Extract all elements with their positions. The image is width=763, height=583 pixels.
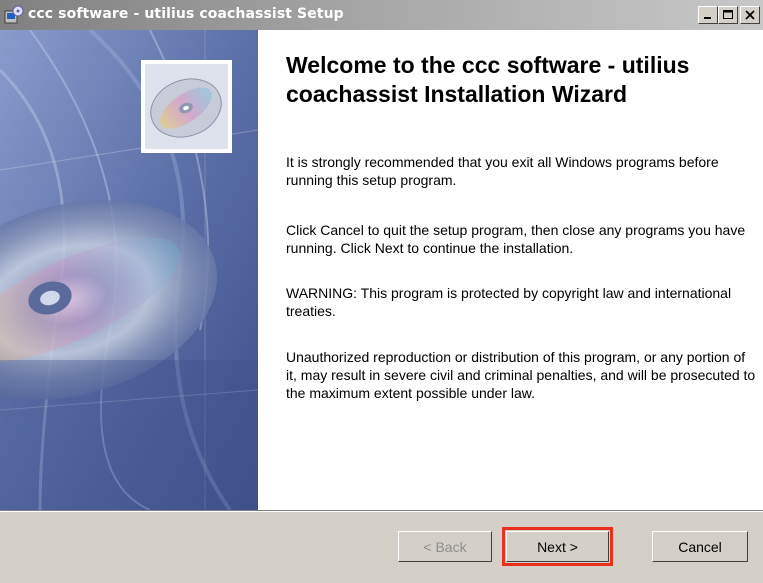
divider (0, 510, 763, 512)
window-title: ccc software - utilius coachassist Setup (28, 6, 344, 22)
close-button[interactable] (740, 6, 760, 24)
minimize-icon (704, 17, 711, 19)
paragraph-warning: WARNING: This program is protected by co… (286, 285, 732, 319)
minimize-button[interactable] (698, 6, 718, 24)
back-button[interactable]: < Back (398, 531, 492, 562)
close-icon (745, 10, 755, 20)
title-bar[interactable]: ccc software - utilius coachassist Setup (0, 0, 763, 30)
wizard-heading: Welcome to the ccc software - utilius co… (286, 52, 690, 107)
paragraph-instructions: Click Cancel to quit the setup program, … (286, 222, 746, 256)
wizard-content-panel: Welcome to the ccc software - utilius co… (258, 30, 763, 510)
next-button-highlight (502, 527, 613, 566)
cancel-button[interactable]: Cancel (652, 531, 748, 562)
maximize-icon (723, 10, 733, 19)
setup-icon (4, 5, 24, 25)
wizard-sidebar-image (0, 30, 258, 510)
paragraph-exit-programs: It is strongly recommended that you exit… (286, 154, 719, 188)
paragraph-legal: Unauthorized reproduction or distributio… (286, 349, 756, 401)
maximize-button[interactable] (718, 6, 738, 24)
